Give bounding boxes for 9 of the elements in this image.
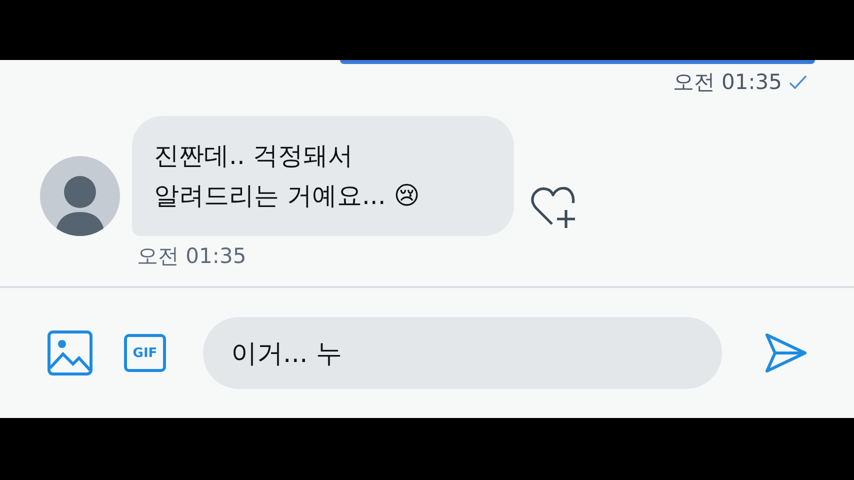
send-icon[interactable] xyxy=(764,331,808,375)
check-icon xyxy=(788,74,808,90)
message-time: 오전 01:35 xyxy=(137,244,246,268)
message-text: 진짠데.. 걱정돼서 xyxy=(154,140,354,172)
image-icon[interactable] xyxy=(47,330,93,376)
message-text: 알려드리는 거예요... 😢 xyxy=(154,180,421,212)
heart-plus-icon[interactable] xyxy=(530,184,578,230)
message-time: 오전 01:35 xyxy=(672,69,782,96)
message-input[interactable]: 이거... 누 xyxy=(203,317,722,389)
